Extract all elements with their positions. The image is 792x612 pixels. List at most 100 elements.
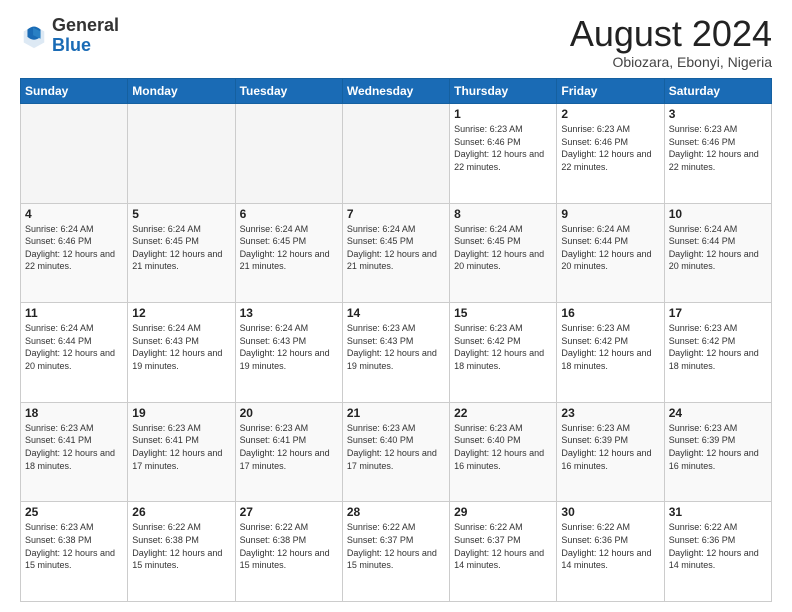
day-cell-14: 14Sunrise: 6:23 AMSunset: 6:43 PMDayligh… xyxy=(342,303,449,403)
day-cell-2: 2 Sunrise: 6:23 AMSunset: 6:46 PMDaylight… xyxy=(557,104,664,204)
day-info: Sunrise: 6:24 AMSunset: 6:43 PMDaylight:… xyxy=(240,322,338,372)
day-info: Sunrise: 6:24 AMSunset: 6:44 PMDaylight:… xyxy=(25,322,123,372)
day-info: Sunrise: 6:23 AMSunset: 6:40 PMDaylight:… xyxy=(347,422,445,472)
day-number: 6 xyxy=(240,207,338,221)
day-number: 22 xyxy=(454,406,552,420)
month-title: August 2024 xyxy=(570,16,772,52)
day-cell-23: 23Sunrise: 6:23 AMSunset: 6:39 PMDayligh… xyxy=(557,402,664,502)
day-number: 15 xyxy=(454,306,552,320)
day-cell-21: 21 Sunrise: 6:23 AMSunset: 6:40 PMDayligh… xyxy=(342,402,449,502)
weekday-header-thursday: Thursday xyxy=(450,79,557,104)
day-number: 18 xyxy=(25,406,123,420)
day-info: Sunrise: 6:24 AMSunset: 6:43 PMDaylight:… xyxy=(132,322,230,372)
day-number: 19 xyxy=(132,406,230,420)
day-info: Sunrise: 6:23 AMSunset: 6:39 PMDaylight:… xyxy=(669,422,767,472)
weekday-header-sunday: Sunday xyxy=(21,79,128,104)
day-cell-empty xyxy=(342,104,449,204)
weekday-header-tuesday: Tuesday xyxy=(235,79,342,104)
day-number: 14 xyxy=(347,306,445,320)
day-cell-9: 9 Sunrise: 6:24 AMSunset: 6:44 PMDaylight… xyxy=(557,203,664,303)
day-info: Sunrise: 6:24 AMSunset: 6:45 PMDaylight:… xyxy=(454,223,552,273)
day-cell-6: 6 Sunrise: 6:24 AMSunset: 6:45 PMDaylight… xyxy=(235,203,342,303)
day-info: Sunrise: 6:22 AMSunset: 6:37 PMDaylight:… xyxy=(454,521,552,571)
day-number: 4 xyxy=(25,207,123,221)
day-cell-1: 1 Sunrise: 6:23 AMSunset: 6:46 PMDaylight… xyxy=(450,104,557,204)
day-info: Sunrise: 6:23 AMSunset: 6:46 PMDaylight:… xyxy=(561,123,659,173)
day-number: 13 xyxy=(240,306,338,320)
day-number: 21 xyxy=(347,406,445,420)
day-info: Sunrise: 6:24 AMSunset: 6:45 PMDaylight:… xyxy=(240,223,338,273)
day-cell-17: 17Sunrise: 6:23 AMSunset: 6:42 PMDayligh… xyxy=(664,303,771,403)
day-cell-20: 20 Sunrise: 6:23 AMSunset: 6:41 PMDayligh… xyxy=(235,402,342,502)
logo: General Blue xyxy=(20,16,119,56)
day-info: Sunrise: 6:24 AMSunset: 6:45 PMDaylight:… xyxy=(132,223,230,273)
day-number: 3 xyxy=(669,107,767,121)
day-number: 28 xyxy=(347,505,445,519)
day-cell-12: 12 Sunrise: 6:24 AMSunset: 6:43 PMDayligh… xyxy=(128,303,235,403)
day-number: 7 xyxy=(347,207,445,221)
day-cell-7: 7 Sunrise: 6:24 AMSunset: 6:45 PMDaylight… xyxy=(342,203,449,303)
day-number: 12 xyxy=(132,306,230,320)
day-number: 16 xyxy=(561,306,659,320)
day-cell-31: 31Sunrise: 6:22 AMSunset: 6:36 PMDayligh… xyxy=(664,502,771,602)
day-info: Sunrise: 6:23 AMSunset: 6:38 PMDaylight:… xyxy=(25,521,123,571)
day-info: Sunrise: 6:22 AMSunset: 6:36 PMDaylight:… xyxy=(669,521,767,571)
week-row-4: 18 Sunrise: 6:23 AMSunset: 6:41 PMDayligh… xyxy=(21,402,772,502)
weekday-header-row: SundayMondayTuesdayWednesdayThursdayFrid… xyxy=(21,79,772,104)
day-info: Sunrise: 6:23 AMSunset: 6:41 PMDaylight:… xyxy=(132,422,230,472)
day-cell-30: 30 Sunrise: 6:22 AMSunset: 6:36 PMDayligh… xyxy=(557,502,664,602)
day-cell-28: 28 Sunrise: 6:22 AMSunset: 6:37 PMDayligh… xyxy=(342,502,449,602)
day-info: Sunrise: 6:22 AMSunset: 6:38 PMDaylight:… xyxy=(240,521,338,571)
day-cell-18: 18 Sunrise: 6:23 AMSunset: 6:41 PMDayligh… xyxy=(21,402,128,502)
day-info: Sunrise: 6:23 AMSunset: 6:41 PMDaylight:… xyxy=(25,422,123,472)
day-number: 24 xyxy=(669,406,767,420)
day-info: Sunrise: 6:22 AMSunset: 6:36 PMDaylight:… xyxy=(561,521,659,571)
day-number: 20 xyxy=(240,406,338,420)
day-cell-26: 26Sunrise: 6:22 AMSunset: 6:38 PMDayligh… xyxy=(128,502,235,602)
day-cell-empty xyxy=(235,104,342,204)
day-number: 11 xyxy=(25,306,123,320)
day-number: 10 xyxy=(669,207,767,221)
day-number: 25 xyxy=(25,505,123,519)
week-row-1: 1 Sunrise: 6:23 AMSunset: 6:46 PMDaylight… xyxy=(21,104,772,204)
weekday-header-monday: Monday xyxy=(128,79,235,104)
day-cell-5: 5 Sunrise: 6:24 AMSunset: 6:45 PMDaylight… xyxy=(128,203,235,303)
day-info: Sunrise: 6:24 AMSunset: 6:46 PMDaylight:… xyxy=(25,223,123,273)
day-cell-29: 29Sunrise: 6:22 AMSunset: 6:37 PMDayligh… xyxy=(450,502,557,602)
day-info: Sunrise: 6:23 AMSunset: 6:41 PMDaylight:… xyxy=(240,422,338,472)
page: General Blue August 2024 Obiozara, Ebony… xyxy=(0,0,792,612)
day-cell-13: 13 Sunrise: 6:24 AMSunset: 6:43 PMDayligh… xyxy=(235,303,342,403)
day-info: Sunrise: 6:24 AMSunset: 6:44 PMDaylight:… xyxy=(561,223,659,273)
day-info: Sunrise: 6:24 AMSunset: 6:44 PMDaylight:… xyxy=(669,223,767,273)
weekday-header-friday: Friday xyxy=(557,79,664,104)
day-cell-empty xyxy=(128,104,235,204)
day-info: Sunrise: 6:23 AMSunset: 6:46 PMDaylight:… xyxy=(454,123,552,173)
day-info: Sunrise: 6:22 AMSunset: 6:37 PMDaylight:… xyxy=(347,521,445,571)
title-area: August 2024 Obiozara, Ebonyi, Nigeria xyxy=(570,16,772,70)
day-number: 2 xyxy=(561,107,659,121)
day-info: Sunrise: 6:23 AMSunset: 6:46 PMDaylight:… xyxy=(669,123,767,173)
day-number: 5 xyxy=(132,207,230,221)
day-cell-22: 22Sunrise: 6:23 AMSunset: 6:40 PMDayligh… xyxy=(450,402,557,502)
day-cell-11: 11 Sunrise: 6:24 AMSunset: 6:44 PMDayligh… xyxy=(21,303,128,403)
day-cell-27: 27Sunrise: 6:22 AMSunset: 6:38 PMDayligh… xyxy=(235,502,342,602)
day-info: Sunrise: 6:23 AMSunset: 6:42 PMDaylight:… xyxy=(561,322,659,372)
week-row-2: 4 Sunrise: 6:24 AMSunset: 6:46 PMDaylight… xyxy=(21,203,772,303)
day-cell-19: 19 Sunrise: 6:23 AMSunset: 6:41 PMDayligh… xyxy=(128,402,235,502)
day-number: 1 xyxy=(454,107,552,121)
day-number: 9 xyxy=(561,207,659,221)
day-cell-15: 15Sunrise: 6:23 AMSunset: 6:42 PMDayligh… xyxy=(450,303,557,403)
day-number: 23 xyxy=(561,406,659,420)
day-cell-8: 8Sunrise: 6:24 AMSunset: 6:45 PMDaylight… xyxy=(450,203,557,303)
day-cell-empty xyxy=(21,104,128,204)
day-number: 26 xyxy=(132,505,230,519)
day-number: 30 xyxy=(561,505,659,519)
day-cell-3: 3 Sunrise: 6:23 AMSunset: 6:46 PMDaylight… xyxy=(664,104,771,204)
weekday-header-wednesday: Wednesday xyxy=(342,79,449,104)
day-cell-4: 4 Sunrise: 6:24 AMSunset: 6:46 PMDaylight… xyxy=(21,203,128,303)
day-info: Sunrise: 6:24 AMSunset: 6:45 PMDaylight:… xyxy=(347,223,445,273)
day-cell-24: 24 Sunrise: 6:23 AMSunset: 6:39 PMDayligh… xyxy=(664,402,771,502)
week-row-5: 25 Sunrise: 6:23 AMSunset: 6:38 PMDayligh… xyxy=(21,502,772,602)
week-row-3: 11 Sunrise: 6:24 AMSunset: 6:44 PMDayligh… xyxy=(21,303,772,403)
day-cell-10: 10 Sunrise: 6:24 AMSunset: 6:44 PMDayligh… xyxy=(664,203,771,303)
